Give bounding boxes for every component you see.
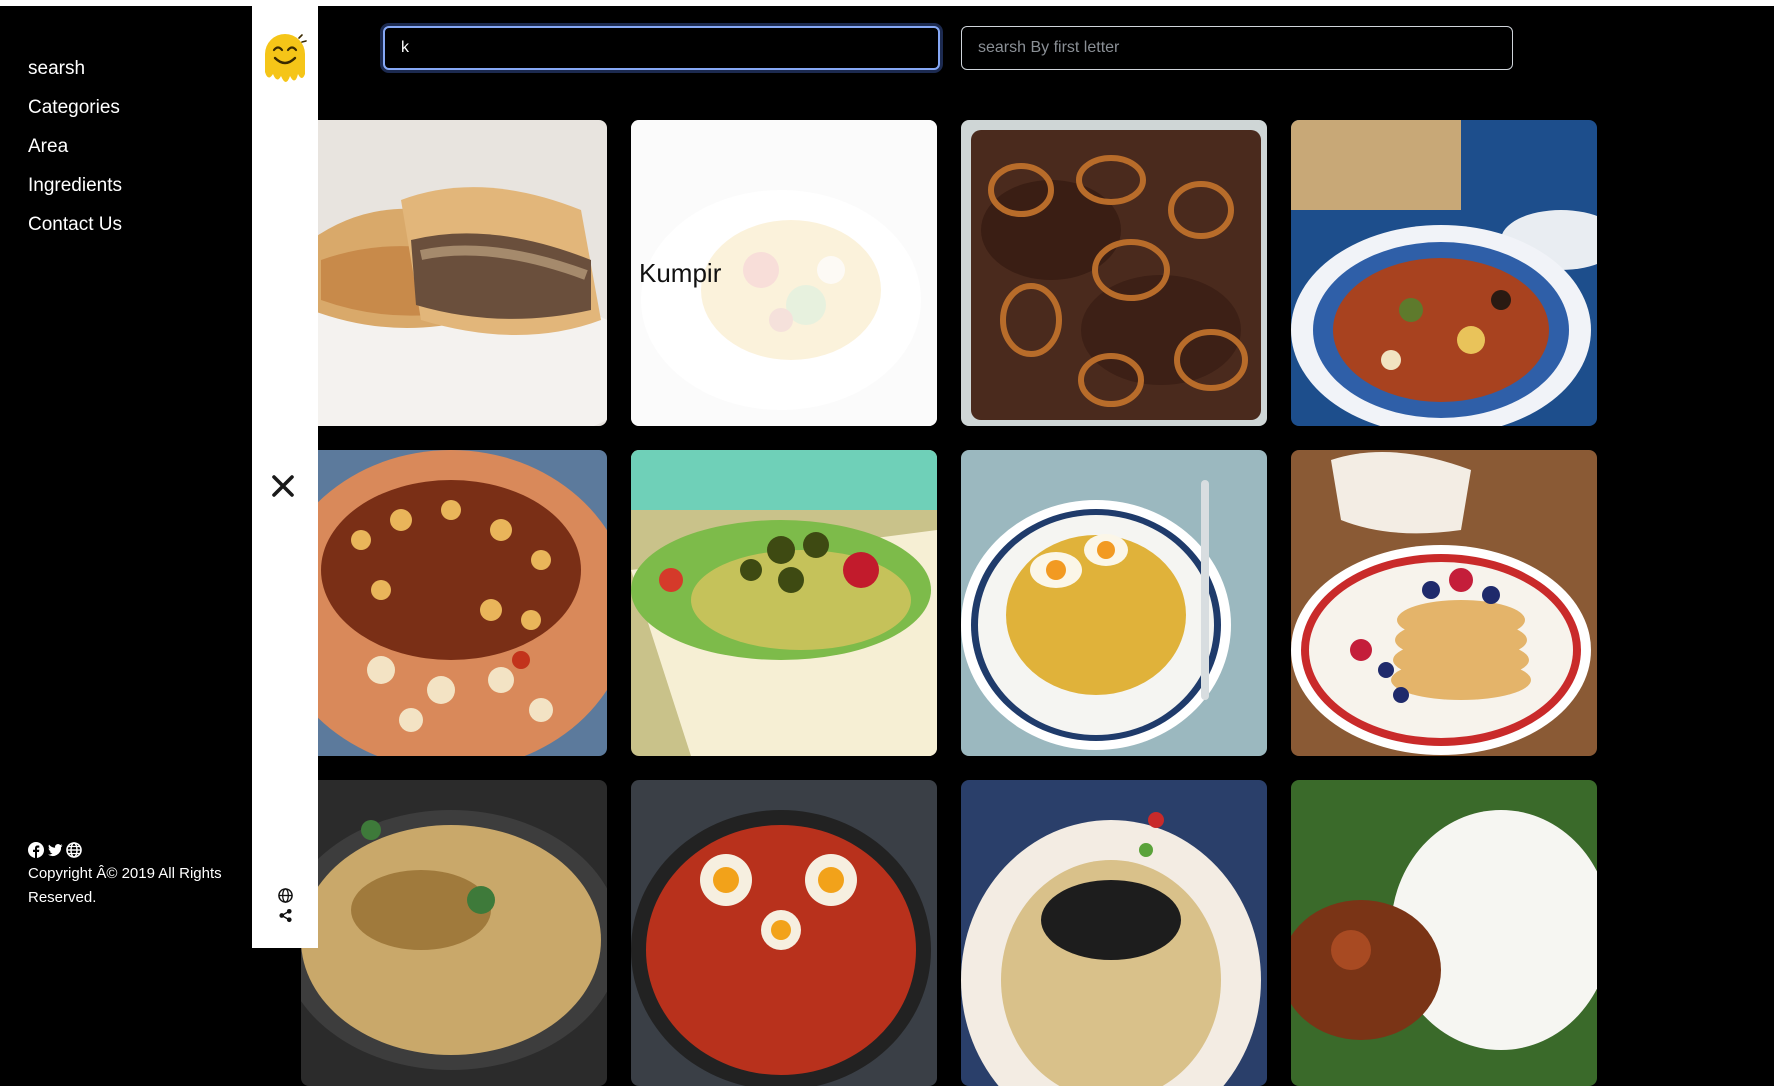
meal-image bbox=[631, 450, 937, 756]
menu-item-search[interactable]: searsh bbox=[28, 49, 122, 88]
meal-image bbox=[1291, 120, 1597, 426]
meal-card[interactable] bbox=[301, 450, 607, 756]
menu-item-area[interactable]: Area bbox=[28, 127, 122, 166]
side-menu: searsh Categories Area Ingredients Conta… bbox=[0, 6, 252, 948]
meal-image bbox=[301, 450, 607, 756]
menu-toggle-strip bbox=[252, 6, 318, 948]
meal-image bbox=[301, 780, 607, 1086]
meal-image bbox=[961, 120, 1267, 426]
meal-card[interactable] bbox=[961, 120, 1267, 426]
meal-image bbox=[301, 120, 607, 426]
meal-card[interactable] bbox=[961, 780, 1267, 1086]
meal-image bbox=[1291, 780, 1597, 1086]
menu-item-contact[interactable]: Contact Us bbox=[28, 205, 122, 244]
meal-card[interactable] bbox=[301, 120, 607, 426]
globe-icon[interactable] bbox=[66, 842, 82, 858]
meal-card[interactable] bbox=[961, 450, 1267, 756]
menu-footer: Copyright Â© 2019 All Rights Reserved. bbox=[28, 842, 248, 910]
search-by-letter-input[interactable] bbox=[961, 26, 1513, 70]
close-icon[interactable] bbox=[269, 472, 297, 500]
meal-overlay: Kumpir bbox=[631, 120, 937, 426]
menu-list: searsh Categories Area Ingredients Conta… bbox=[28, 49, 122, 244]
meal-card[interactable]: Kumpir bbox=[631, 120, 937, 426]
meal-image bbox=[631, 780, 937, 1086]
meal-card[interactable] bbox=[1291, 120, 1597, 426]
meal-card[interactable] bbox=[1291, 780, 1597, 1086]
meal-image bbox=[961, 780, 1267, 1086]
share-icon[interactable] bbox=[278, 908, 293, 923]
social-links bbox=[28, 842, 248, 858]
meal-card[interactable] bbox=[1291, 450, 1597, 756]
facebook-icon[interactable] bbox=[28, 842, 44, 858]
meal-card[interactable] bbox=[301, 780, 607, 1086]
search-by-name-input[interactable] bbox=[383, 26, 940, 70]
meal-image bbox=[961, 450, 1267, 756]
twitter-icon[interactable] bbox=[47, 842, 63, 858]
smiley-logo[interactable] bbox=[262, 30, 308, 90]
meal-card[interactable] bbox=[631, 780, 937, 1086]
menu-item-categories[interactable]: Categories bbox=[28, 88, 122, 127]
meal-card[interactable] bbox=[631, 450, 937, 756]
meal-title: Kumpir bbox=[639, 257, 722, 288]
meal-image bbox=[1291, 450, 1597, 756]
menu-item-ingredients[interactable]: Ingredients bbox=[28, 166, 122, 205]
copyright-text: Copyright Â© 2019 All Rights Reserved. bbox=[28, 865, 222, 906]
globe-icon[interactable] bbox=[278, 888, 293, 903]
